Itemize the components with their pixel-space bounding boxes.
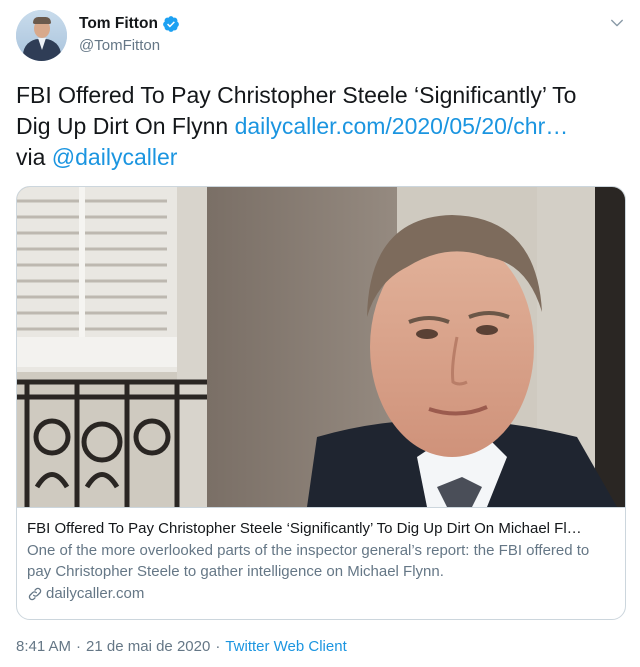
- tweet-date[interactable]: 21 de mai de 2020: [86, 638, 210, 655]
- link-icon: [28, 587, 42, 600]
- author-handle[interactable]: @TomFitton: [79, 37, 160, 54]
- tweet-text: FBI Offered To Pay Christopher Steele ‘S…: [16, 80, 628, 173]
- tweet-text-line1: FBI Offered To Pay Christopher Steele ‘S…: [16, 82, 577, 108]
- card-body[interactable]: FBI Offered To Pay Christopher Steele ‘S…: [17, 507, 625, 619]
- card-domain[interactable]: dailycaller.com: [27, 583, 615, 604]
- via-label: via: [16, 144, 52, 170]
- card-image[interactable]: [17, 187, 625, 507]
- author-name-row[interactable]: Tom Fitton: [79, 15, 180, 33]
- card-description: One of the more overlooked parts of the …: [27, 542, 590, 580]
- tweet-header: Tom Fitton @TomFitton: [16, 10, 628, 66]
- verified-badge-icon: [163, 16, 179, 32]
- client-link[interactable]: Twitter Web Client: [225, 638, 346, 655]
- link-preview-card[interactable]: FBI Offered To Pay Christopher Steele ‘S…: [16, 186, 626, 620]
- chevron-down-icon[interactable]: [608, 14, 626, 32]
- tweet-url-link[interactable]: dailycaller.com/2020/05/20/chr…: [235, 113, 569, 139]
- mention-link[interactable]: @dailycaller: [52, 144, 178, 170]
- author-display-name[interactable]: Tom Fitton: [79, 15, 158, 33]
- tweet-footer: 8:41 AM · 21 de mai de 2020 · Twitter Web Cl…: [16, 638, 347, 655]
- card-domain-label: dailycaller.com: [46, 585, 145, 602]
- tweet-time[interactable]: 8:41 AM: [16, 638, 71, 655]
- avatar[interactable]: [16, 10, 67, 61]
- tweet-text-line2: Dig Up Dirt On Flynn: [16, 113, 235, 139]
- footer-separator: ·: [76, 638, 82, 655]
- footer-separator-2: ·: [215, 638, 221, 655]
- card-title[interactable]: FBI Offered To Pay Christopher Steele ‘S…: [27, 519, 615, 539]
